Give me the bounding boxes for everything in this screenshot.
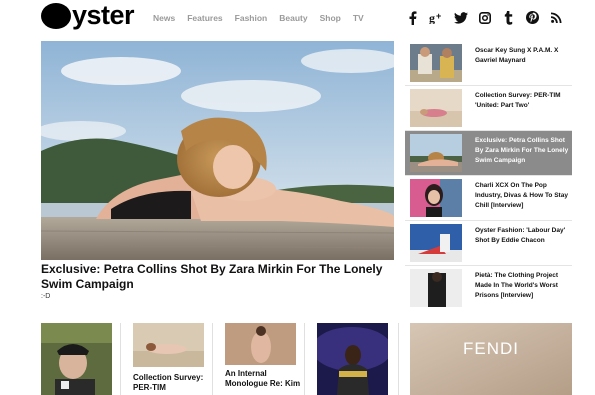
logo-text: yster — [72, 0, 135, 30]
sidebar-item-title: Charli XCX On The Pop Industry, Divas & … — [475, 182, 568, 209]
column-divider — [120, 323, 121, 395]
rss-icon[interactable] — [549, 10, 564, 25]
ad-background — [410, 323, 572, 395]
instagram-icon[interactable] — [477, 10, 492, 25]
sidebar-thumbnail — [410, 44, 462, 82]
sidebar-thumbnail — [410, 89, 462, 127]
sidebar-item-title: Pietà: The Clothing Project Made In The … — [475, 272, 559, 299]
svg-text:+: + — [436, 11, 441, 21]
nav-shop[interactable]: Shop — [320, 13, 341, 23]
sidebar-thumbnail — [410, 179, 462, 217]
social-links: g + — [405, 10, 573, 25]
sidebar-item[interactable]: Charli XCX On The Pop Industry, Divas & … — [405, 176, 572, 220]
facebook-icon[interactable] — [405, 10, 420, 25]
card-image-1[interactable] — [41, 323, 112, 395]
pinterest-icon[interactable] — [525, 10, 540, 25]
sidebar-list: Oscar Key Sung X P.A.M. X Gavriel Maynar… — [405, 41, 572, 307]
sidebar-item[interactable]: Pietà: The Clothing Project Made In The … — [405, 266, 572, 310]
card-title-2[interactable]: Collection Survey: PER-TIM — [133, 373, 209, 393]
column-divider — [398, 323, 399, 395]
hero-image[interactable] — [41, 41, 394, 260]
sidebar-item-title: Oscar Key Sung X P.A.M. X Gavriel Maynar… — [475, 47, 559, 64]
site-logo[interactable]: yster — [41, 0, 135, 30]
fendi-ad[interactable]: FENDI — [410, 323, 572, 395]
column-divider — [212, 323, 213, 395]
sidebar-item-title: Exclusive: Petra Collins Shot By Zara Mi… — [475, 137, 569, 164]
svg-text:g: g — [429, 11, 435, 24]
logo-o-mark — [41, 3, 71, 29]
sidebar-item[interactable]: Oyster Fashion: 'Labour Day' Shot By Edd… — [405, 221, 572, 265]
sidebar-item-title: Oyster Fashion: 'Labour Day' Shot By Edd… — [475, 227, 566, 244]
card-image-2[interactable] — [133, 323, 204, 367]
nav-features[interactable]: Features — [187, 13, 222, 23]
hero-subtitle: :-D — [41, 293, 51, 300]
nav-tv[interactable]: TV — [353, 13, 364, 23]
nav-fashion[interactable]: Fashion — [235, 13, 268, 23]
card-image-4[interactable] — [317, 323, 388, 395]
google-plus-icon[interactable]: g + — [429, 10, 444, 25]
twitter-icon[interactable] — [453, 10, 468, 25]
nav-beauty[interactable]: Beauty — [279, 13, 307, 23]
card-title-3[interactable]: An Internal Monologue Re: Kim — [225, 369, 301, 389]
ad-brand: FENDI — [463, 339, 519, 358]
main-nav: News Features Fashion Beauty Shop TV — [153, 13, 376, 23]
sidebar-item[interactable]: Collection Survey: PER-TIM 'United: Part… — [405, 86, 572, 130]
column-divider — [304, 323, 305, 395]
sidebar-thumbnail — [410, 269, 462, 307]
hero-title[interactable]: Exclusive: Petra Collins Shot By Zara Mi… — [41, 262, 391, 292]
nav-news[interactable]: News — [153, 13, 175, 23]
sidebar-item-active[interactable]: Exclusive: Petra Collins Shot By Zara Mi… — [405, 131, 572, 175]
tumblr-icon[interactable] — [501, 10, 516, 25]
sidebar-item-title: Collection Survey: PER-TIM 'United: Part… — [475, 92, 561, 109]
sidebar-thumbnail — [410, 224, 462, 262]
card-image-3[interactable] — [225, 323, 296, 365]
sidebar-item[interactable]: Oscar Key Sung X P.A.M. X Gavriel Maynar… — [405, 41, 572, 85]
hero-photo — [41, 41, 394, 260]
sidebar-thumbnail — [410, 134, 462, 172]
